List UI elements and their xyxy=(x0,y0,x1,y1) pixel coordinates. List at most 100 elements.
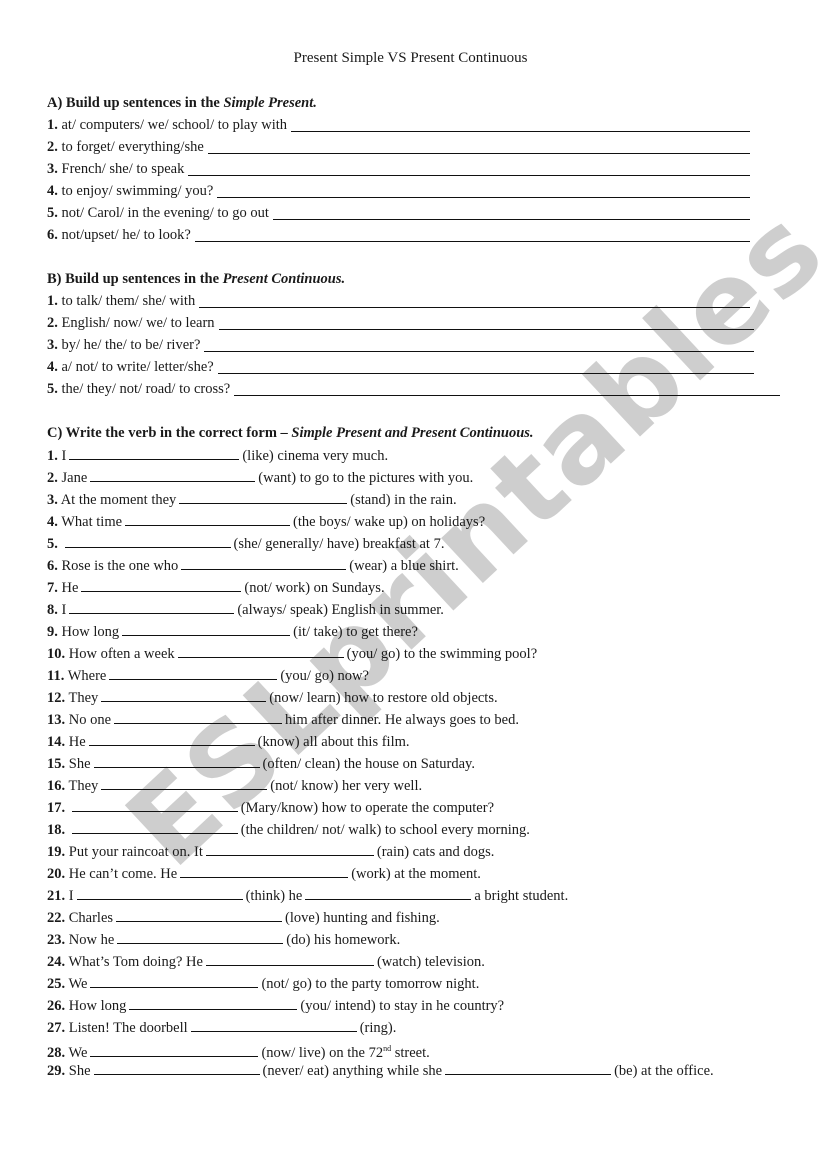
section-a-item: 6. not/upset/ he/ to look? xyxy=(47,226,191,244)
item-prompt-start: What’s Tom doing? He xyxy=(68,954,203,970)
item-prompt-end: (like) cinema very much. xyxy=(242,448,389,464)
section-c-item: 13. No one him after dinner. He always go… xyxy=(47,710,519,729)
answer-line[interactable] xyxy=(194,241,750,242)
item-prompt-continuation: office. xyxy=(676,1063,714,1079)
item-prompt-end: (know) all about this film. xyxy=(257,734,410,750)
answer-blank[interactable] xyxy=(125,512,291,526)
section-c-item: 18. (the children/ not/ walk) to school … xyxy=(47,820,530,839)
section-c-item: 6. Rose is the one who (wear) a blue shir… xyxy=(47,556,459,575)
item-number: 13. xyxy=(47,712,66,728)
item-prompt: to enjoy/ swimming/ you? xyxy=(61,183,214,199)
section-c-item: 22. Charles (love) hunting and fishing. xyxy=(47,908,440,927)
item-prompt-end: (watch) television. xyxy=(376,954,485,970)
item-prompt-end: (not/ work) on Sundays. xyxy=(244,580,385,596)
item-prompt-end: (not/ go) to the party tomorrow night. xyxy=(261,976,480,992)
answer-blank[interactable] xyxy=(69,600,235,614)
section-c-heading-text: C) Write the verb in the correct form – xyxy=(47,425,292,441)
answer-blank[interactable] xyxy=(179,490,348,504)
answer-blank[interactable] xyxy=(93,754,260,768)
item-number: 1. xyxy=(47,293,58,309)
answer-line[interactable] xyxy=(234,395,780,396)
answer-line[interactable] xyxy=(204,351,754,352)
item-prompt-start: We xyxy=(68,1044,88,1061)
answer-blank[interactable] xyxy=(205,952,374,966)
section-c-item: 11. Where (you/ go) now? xyxy=(47,666,369,685)
answer-line[interactable] xyxy=(218,329,754,330)
section-a-heading-text: A) Build up sentences in the xyxy=(47,95,224,111)
item-number: 8. xyxy=(47,602,58,618)
answer-blank[interactable] xyxy=(76,886,243,900)
answer-blank[interactable] xyxy=(122,622,291,636)
answer-blank[interactable] xyxy=(305,886,472,900)
item-number: 20. xyxy=(47,866,66,882)
item-prompt-end: (Mary/know) how to operate the computer? xyxy=(240,800,495,816)
section-c-item: 17. (Mary/know) how to operate the compu… xyxy=(47,798,494,817)
section-c-item: 14. He (know) all about this film. xyxy=(47,732,410,751)
section-c-item: 19. Put your raincoat on. It (rain) cats … xyxy=(47,842,494,861)
section-c-item: 29. She (never/ eat) anything while she (b… xyxy=(47,1060,780,1082)
item-prompt-end: (you/ go) to the swimming pool? xyxy=(346,646,538,662)
answer-blank[interactable] xyxy=(181,556,347,570)
answer-blank[interactable] xyxy=(109,666,278,680)
item-number: 3. xyxy=(47,492,58,508)
answer-blank[interactable] xyxy=(205,842,374,856)
answer-blank[interactable] xyxy=(88,732,255,746)
item-prompt: by/ he/ the/ to be/ river? xyxy=(61,337,201,353)
item-prompt-start: Where xyxy=(67,668,107,684)
item-number: 3. xyxy=(47,161,58,177)
answer-blank[interactable] xyxy=(117,930,284,944)
item-prompt-start: They xyxy=(68,778,99,794)
section-c-item: 16. They (not/ know) her very well. xyxy=(47,776,422,795)
item-number: 1. xyxy=(47,117,58,133)
answer-blank[interactable] xyxy=(177,644,344,658)
answer-blank[interactable] xyxy=(129,996,298,1010)
answer-blank[interactable] xyxy=(90,1043,259,1057)
section-b-heading: B) Build up sentences in the Present Con… xyxy=(47,270,345,288)
item-prompt-end: (rain) cats and dogs. xyxy=(376,844,495,860)
item-prompt-start: Listen! The doorbell xyxy=(68,1020,188,1036)
answer-line[interactable] xyxy=(188,175,750,176)
answer-blank[interactable] xyxy=(101,776,268,790)
item-prompt: not/upset/ he/ to look? xyxy=(61,227,191,243)
answer-blank[interactable] xyxy=(71,798,238,812)
answer-line[interactable] xyxy=(217,197,750,198)
answer-line[interactable] xyxy=(291,131,750,132)
answer-blank[interactable] xyxy=(190,1018,357,1032)
section-c-item: 25. We (not/ go) to the party tomorrow ni… xyxy=(47,974,479,993)
section-c-item: 23. Now he (do) his homework. xyxy=(47,930,400,949)
answer-blank[interactable] xyxy=(90,468,256,482)
item-prompt-end: (work) at the moment. xyxy=(351,866,481,882)
section-b-item: 5. the/ they/ not/ road/ to cross? xyxy=(47,380,230,398)
answer-blank[interactable] xyxy=(180,864,349,878)
page-title: Present Simple VS Present Continuous xyxy=(293,50,528,66)
answer-blank[interactable] xyxy=(114,710,283,724)
answer-blank[interactable] xyxy=(93,1061,260,1075)
item-prompt-start: They xyxy=(68,690,99,706)
answer-blank[interactable] xyxy=(445,1061,612,1075)
answer-blank[interactable] xyxy=(71,820,238,834)
item-number: 6. xyxy=(47,558,58,574)
answer-line[interactable] xyxy=(207,153,750,154)
answer-blank[interactable] xyxy=(81,578,242,592)
section-a-item: 1. at/ computers/ we/ school/ to play wi… xyxy=(47,116,287,134)
item-number: 16. xyxy=(47,778,66,794)
answer-blank[interactable] xyxy=(90,974,259,988)
item-prompt-middle: (never/ eat) anything while she xyxy=(262,1063,443,1079)
item-prompt-start: I xyxy=(68,888,74,904)
section-b-item: 1. to talk/ them/ she/ with xyxy=(47,292,195,310)
answer-line[interactable] xyxy=(217,373,754,374)
item-number: 15. xyxy=(47,756,66,772)
item-prompt: a/ not/ to write/ letter/she? xyxy=(61,359,214,375)
answer-blank[interactable] xyxy=(101,688,267,702)
answer-blank[interactable] xyxy=(69,446,240,460)
answer-line[interactable] xyxy=(272,219,750,220)
answer-line[interactable] xyxy=(199,307,750,308)
section-c-item: 24. What’s Tom doing? He (watch) televisi… xyxy=(47,952,485,971)
item-number: 12. xyxy=(47,690,66,706)
answer-blank[interactable] xyxy=(64,534,231,548)
item-prompt-end: (the children/ not/ walk) to school ever… xyxy=(240,822,530,838)
item-prompt: the/ they/ not/ road/ to cross? xyxy=(61,381,231,397)
item-number: 19. xyxy=(47,844,66,860)
item-prompt-end: (love) hunting and fishing. xyxy=(285,910,440,926)
answer-blank[interactable] xyxy=(116,908,283,922)
